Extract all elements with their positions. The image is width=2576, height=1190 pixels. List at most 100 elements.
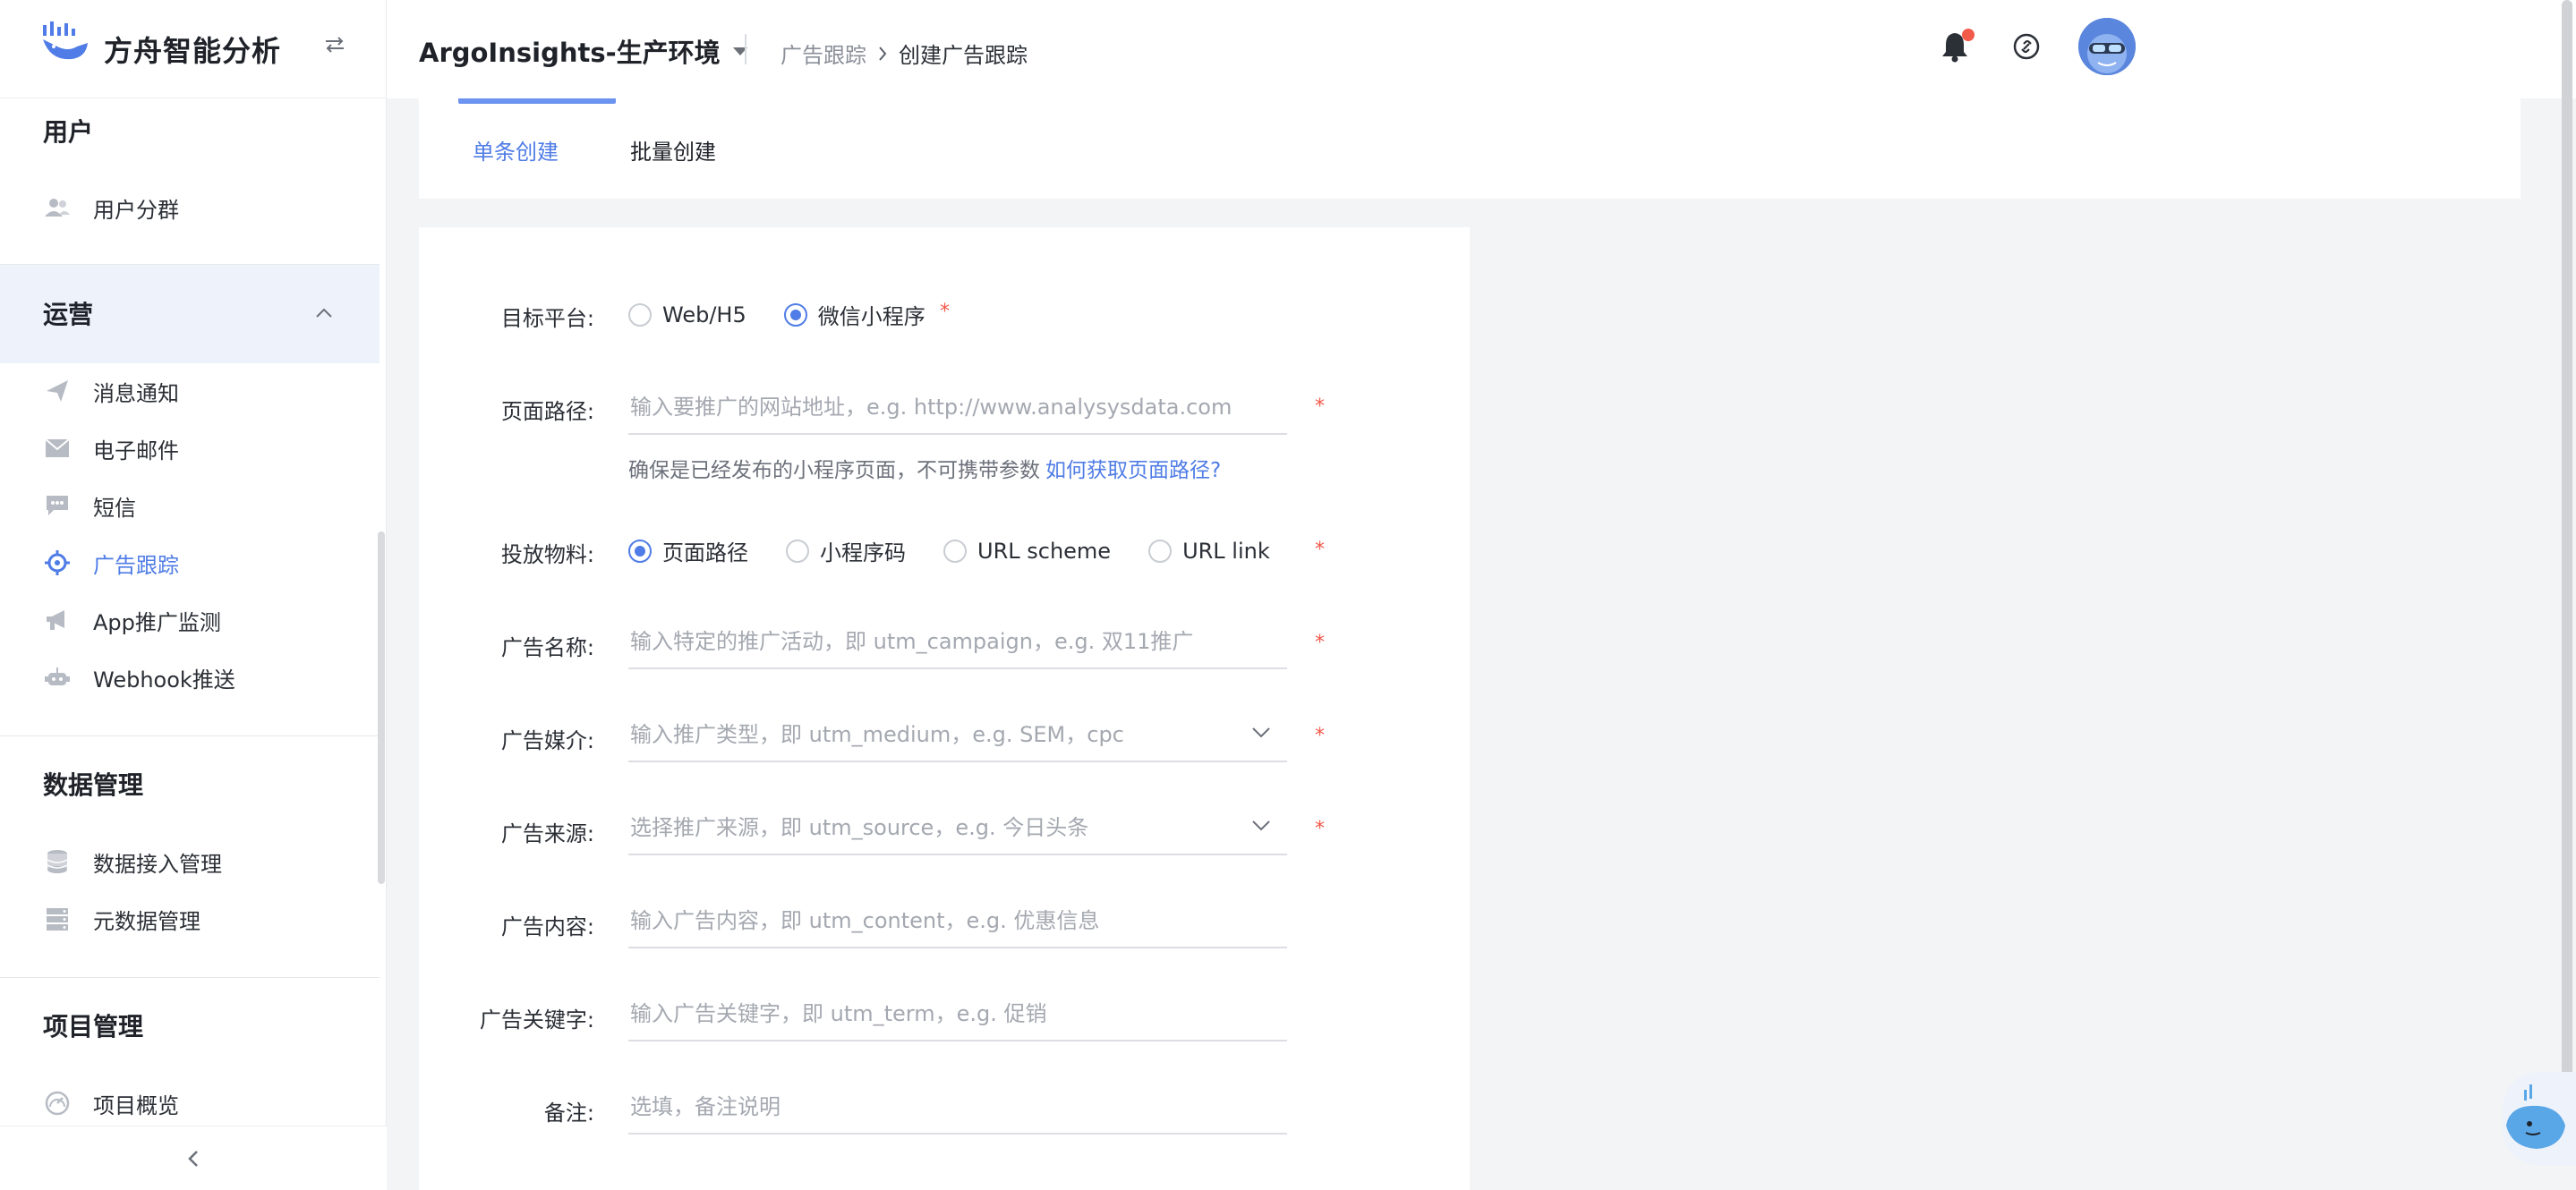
sidebar-item-label: 电子邮件 <box>93 438 179 463</box>
users-icon <box>43 193 72 222</box>
robot-icon <box>43 663 72 692</box>
sidebar-item-project-overview[interactable]: 项目概览 <box>43 1082 365 1125</box>
section-user: 用户 <box>43 117 94 147</box>
radio-circle[interactable] <box>1148 539 1173 563</box>
chevron-left-icon[interactable] <box>184 1148 202 1169</box>
radio-wechat-miniprogram[interactable]: 微信小程序 <box>783 299 925 330</box>
tab-single-create[interactable]: 单条创建 <box>473 134 559 166</box>
sidebar-item-email[interactable]: 电子邮件 <box>43 427 365 470</box>
term-input[interactable] <box>628 990 1287 1038</box>
required-mark: * <box>1315 539 1325 561</box>
radio-circle[interactable] <box>786 539 809 563</box>
page-path-hint: 确保是已经发布的小程序页面，不可携带参数 如何获取页面路径? <box>628 453 1221 483</box>
term-field <box>628 990 1287 1041</box>
section-ops: 运营 <box>43 300 94 329</box>
radio-label: URL link <box>1182 538 1270 564</box>
radio-label: 小程序码 <box>820 540 906 565</box>
sidebar-item-sms[interactable]: 短信 <box>43 484 365 527</box>
required-mark: * <box>940 301 950 323</box>
chevron-right-icon <box>879 46 887 61</box>
divider <box>0 977 380 978</box>
source-field <box>628 803 1287 855</box>
create-ad-tracking-form: 目标平台: Web/H5 微信小程序 * 页面路径: * 确保是已经发布的小程序… <box>419 227 1470 1190</box>
how-to-get-page-path-link[interactable]: 如何获取页面路径? <box>1045 459 1221 482</box>
radio-label: URL scheme <box>977 538 1112 564</box>
medium-field <box>628 710 1287 762</box>
radio-label: 微信小程序 <box>817 304 925 329</box>
whale-logo-icon <box>43 21 88 60</box>
sidebar-item-label: Webhook推送 <box>93 667 235 693</box>
content-field <box>628 897 1287 948</box>
header-divider <box>745 34 746 64</box>
sidebar-footer <box>0 1126 387 1190</box>
radio-label: Web/H5 <box>662 302 746 327</box>
avatar[interactable] <box>2078 18 2136 75</box>
tab-batch-create[interactable]: 批量创建 <box>630 134 716 166</box>
breadcrumb-ad-tracking[interactable]: 广告跟踪 <box>780 38 866 69</box>
active-tab-indicator <box>458 98 616 104</box>
gauge-icon <box>43 1089 72 1118</box>
required-mark: * <box>1315 632 1325 654</box>
material-radio-group: 页面路径 小程序码 URL scheme URL link <box>628 535 1308 566</box>
top-header: ArgoInsights-生产环境 广告跟踪 创建广告跟踪 <box>387 0 2576 98</box>
note-label: 备注: <box>543 1101 594 1126</box>
project-selector[interactable]: ArgoInsights-生产环境 <box>419 32 747 70</box>
assistant-float-button[interactable] <box>2503 1072 2576 1165</box>
sidebar-item-app-promo[interactable]: App推广监测 <box>43 599 365 642</box>
sidebar-item-label: 短信 <box>93 495 136 521</box>
source-label: 广告来源: <box>500 821 594 846</box>
radio-circle[interactable] <box>628 539 652 563</box>
sidebar-item-label: 消息通知 <box>93 380 179 406</box>
campaign-field <box>628 617 1287 669</box>
notification-dot <box>1962 29 1975 41</box>
campaign-label: 广告名称: <box>500 635 594 660</box>
database-icon <box>43 847 72 876</box>
note-field <box>628 1083 1287 1135</box>
page-path-input[interactable] <box>628 383 1287 431</box>
brand-name: 方舟智能分析 <box>104 34 282 68</box>
source-input[interactable] <box>628 803 1287 852</box>
whale-mascot-icon <box>2506 1084 2565 1149</box>
sidebar-item-message-notify[interactable]: 消息通知 <box>43 370 365 412</box>
section-data: 数据管理 <box>43 770 144 800</box>
sidebar-item-data-ingest[interactable]: 数据接入管理 <box>43 840 365 883</box>
campaign-input[interactable] <box>628 617 1287 666</box>
crosshair-icon <box>43 548 72 577</box>
page-scrollbar[interactable] <box>2562 0 2572 1083</box>
radio-circle[interactable] <box>628 302 652 327</box>
radio-circle[interactable] <box>943 539 967 563</box>
link-icon[interactable] <box>2012 32 2041 61</box>
project-name: ArgoInsights-生产环境 <box>419 38 721 68</box>
breadcrumb-current: 创建广告跟踪 <box>899 43 1028 68</box>
avatar-illustration-icon <box>2078 18 2136 75</box>
chevron-down-icon[interactable] <box>1251 820 1271 832</box>
medium-input[interactable] <box>628 710 1287 759</box>
chat-bubble-icon <box>43 491 72 520</box>
radio-url-link[interactable]: URL link <box>1148 539 1270 564</box>
radio-web-h5[interactable]: Web/H5 <box>628 302 746 327</box>
note-input[interactable] <box>628 1083 1287 1131</box>
radio-label: 页面路径 <box>662 540 748 565</box>
chevron-up-icon[interactable] <box>313 302 335 324</box>
section-ops-header[interactable]: 运营 <box>0 265 380 363</box>
sidebar-scrollbar[interactable] <box>378 531 385 884</box>
divider <box>0 735 380 736</box>
radio-miniprogram-code[interactable]: 小程序码 <box>786 535 906 566</box>
content-input[interactable] <box>628 897 1287 945</box>
radio-url-scheme[interactable]: URL scheme <box>943 539 1111 564</box>
content-label: 广告内容: <box>500 914 594 939</box>
radio-page-path[interactable]: 页面路径 <box>628 535 748 566</box>
radio-circle[interactable] <box>783 302 807 327</box>
medium-label: 广告媒介: <box>500 728 594 753</box>
chevron-down-icon[interactable] <box>1251 727 1271 739</box>
paper-plane-icon <box>43 377 72 405</box>
sidebar-item-metadata[interactable]: 元数据管理 <box>43 897 365 940</box>
sidebar-item-label: App推广监测 <box>93 609 221 635</box>
sidebar-item-label: 元数据管理 <box>93 908 200 934</box>
sidebar-item-label: 项目概览 <box>93 1092 179 1118</box>
sidebar-item-user-segments[interactable]: 用户分群 <box>43 186 365 229</box>
sidebar-item-ad-tracking[interactable]: 广告跟踪 <box>43 541 365 584</box>
switch-arrows-icon[interactable] <box>322 34 347 55</box>
material-label: 投放物料: <box>500 542 594 567</box>
sidebar-item-webhook[interactable]: Webhook推送 <box>43 656 365 699</box>
